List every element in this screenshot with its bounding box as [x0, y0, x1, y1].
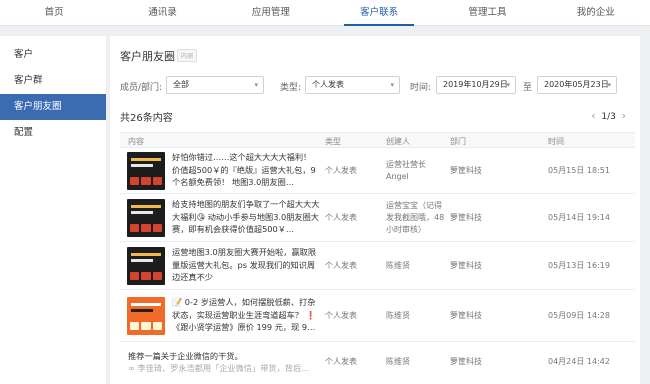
post-content: 给支持地图的朋友们争取了一个超大大大大福利😘 动动小手参与地图3.0朋友圈大赛，… [172, 199, 320, 234]
end-date-value: 2020年05月23日 [544, 80, 609, 89]
post-type: 个人发表 [325, 261, 357, 270]
post-creator: 运营社营长 Angel [386, 160, 426, 181]
column-header-creator: 创建人 [386, 137, 410, 146]
sidebar-item-customers[interactable]: 客户 [0, 42, 106, 68]
table-header: 内容 类型 创建人 部门 时间 [120, 132, 635, 148]
post-creator: 陈维贤 [386, 357, 410, 366]
post-thumbnail [127, 247, 165, 285]
post-content: 📝 0-2 岁运营人，如何摆脱低薪、打杂状态，实现运营职业生涯弯道超车？ ❗《跟… [172, 297, 316, 332]
post-content: 推荐一篇关于企业微信的干货。 [128, 351, 243, 361]
post-department: 箩筐科技 [450, 311, 482, 320]
column-header-content: 内容 [128, 137, 144, 146]
result-count: 共26条内容 [120, 113, 173, 124]
tab-my-company[interactable]: 我的企业 [542, 0, 650, 25]
tab-customer-contact[interactable]: 客户联系 [325, 0, 433, 26]
type-select[interactable]: 个人发表 ▾ [305, 76, 400, 94]
post-type: 个人发表 [325, 311, 357, 320]
post-creator: 运营宝宝（记得发我截图哦，48小时审核） [386, 201, 445, 234]
member-select[interactable]: 全部 ▾ [166, 76, 264, 94]
post-time: 05月09日 14:28 [548, 311, 610, 320]
table-row[interactable]: 给支持地图的朋友们争取了一个超大大大大福利😘 动动小手参与地图3.0朋友圈大赛，… [120, 194, 635, 242]
post-department: 箩筐科技 [450, 261, 482, 270]
sidebar-item-moments[interactable]: 客户朋友圈 [0, 94, 106, 120]
chevron-down-icon: ▾ [390, 81, 394, 89]
post-time: 04月24日 14:42 [548, 357, 610, 366]
tab-admin-tools[interactable]: 管理工具 [433, 0, 541, 25]
type-filter-label: 类型: [280, 83, 302, 93]
type-select-value: 个人发表 [312, 80, 344, 89]
column-header-time: 时间 [548, 137, 564, 146]
post-time: 05月13日 16:19 [548, 261, 610, 270]
pagination: ‹ 1/3 › [591, 109, 626, 122]
chevron-down-icon: ▾ [254, 81, 258, 89]
post-thumbnail [127, 199, 165, 237]
column-header-department: 部门 [450, 137, 466, 146]
member-select-value: 全部 [173, 80, 189, 89]
tab-home[interactable]: 首页 [0, 0, 108, 25]
post-content: 好怕你错过……这个超大大大大福利！ 价值超500￥的『绝版』运营大礼包，9个名额… [172, 152, 316, 187]
post-creator: 陈维贤 [386, 261, 410, 270]
post-thumbnail [127, 297, 165, 335]
beta-badge: 内测 [177, 49, 198, 62]
chevron-down-icon: ▾ [607, 81, 611, 89]
post-content: 运营地图3.0朋友圈大赛开始啦，赢取限量版运营大礼包。ps 发现我们的知识周边还… [172, 247, 317, 282]
table-row[interactable]: 📝 0-2 岁运营人，如何摆脱低薪、打杂状态，实现运营职业生涯弯道超车？ ❗《跟… [120, 290, 635, 342]
next-page-icon[interactable]: › [622, 109, 626, 122]
time-filter-label: 时间: [410, 83, 432, 93]
sidebar-item-settings[interactable]: 配置 [0, 120, 106, 146]
top-nav: 首页 通讯录 应用管理 客户联系 管理工具 我的企业 [0, 0, 650, 26]
tab-contacts[interactable]: 通讯录 [108, 0, 216, 25]
member-filter-label: 成员/部门: [120, 83, 163, 93]
main-panel: 客户朋友圈 内测 成员/部门: 全部 ▾ 类型: 个人发表 ▾ 时间: 2019… [110, 36, 640, 384]
end-date-select[interactable]: 2020年05月23日 ▾ [537, 76, 617, 94]
post-type: 个人发表 [325, 213, 357, 222]
page-title: 客户朋友圈 [120, 50, 175, 63]
prev-page-icon[interactable]: ‹ [591, 109, 595, 122]
post-department: 箩筐科技 [450, 166, 482, 175]
post-time: 05月15日 18:51 [548, 166, 610, 175]
page-indicator: 1/3 [601, 112, 616, 122]
sidebar-item-customer-groups[interactable]: 客户群 [0, 68, 106, 94]
table-row[interactable]: 推荐一篇关于企业微信的干货。 ∞ 李佳琦、罗永浩都用「企业微信」带货，背后… 个… [120, 342, 635, 384]
sidebar: 客户 客户群 客户朋友圈 配置 [0, 36, 106, 384]
post-type: 个人发表 [325, 166, 357, 175]
start-date-select[interactable]: 2019年10月29日 ▾ [436, 76, 516, 94]
post-link-preview: ∞ 李佳琦、罗永浩都用「企业微信」带货，背后… [128, 363, 310, 373]
post-thumbnail [127, 152, 165, 190]
table-row[interactable]: 运营地图3.0朋友圈大赛开始啦，赢取限量版运营大礼包。ps 发现我们的知识周边还… [120, 242, 635, 290]
chevron-down-icon: ▾ [506, 81, 510, 89]
post-time: 05月14日 19:14 [548, 213, 610, 222]
table-row[interactable]: 好怕你错过……这个超大大大大福利！ 价值超500￥的『绝版』运营大礼包，9个名额… [120, 148, 635, 194]
post-creator: 陈维贤 [386, 311, 410, 320]
post-department: 箩筐科技 [450, 213, 482, 222]
post-type: 个人发表 [325, 357, 357, 366]
tab-apps[interactable]: 应用管理 [217, 0, 325, 25]
date-range-separator: 至 [523, 83, 533, 93]
start-date-value: 2019年10月29日 [443, 80, 508, 89]
post-department: 箩筐科技 [450, 357, 482, 366]
filter-bar: 成员/部门: 全部 ▾ 类型: 个人发表 ▾ 时间: 2019年10月29日 ▾… [120, 76, 635, 94]
column-header-type: 类型 [325, 137, 341, 146]
